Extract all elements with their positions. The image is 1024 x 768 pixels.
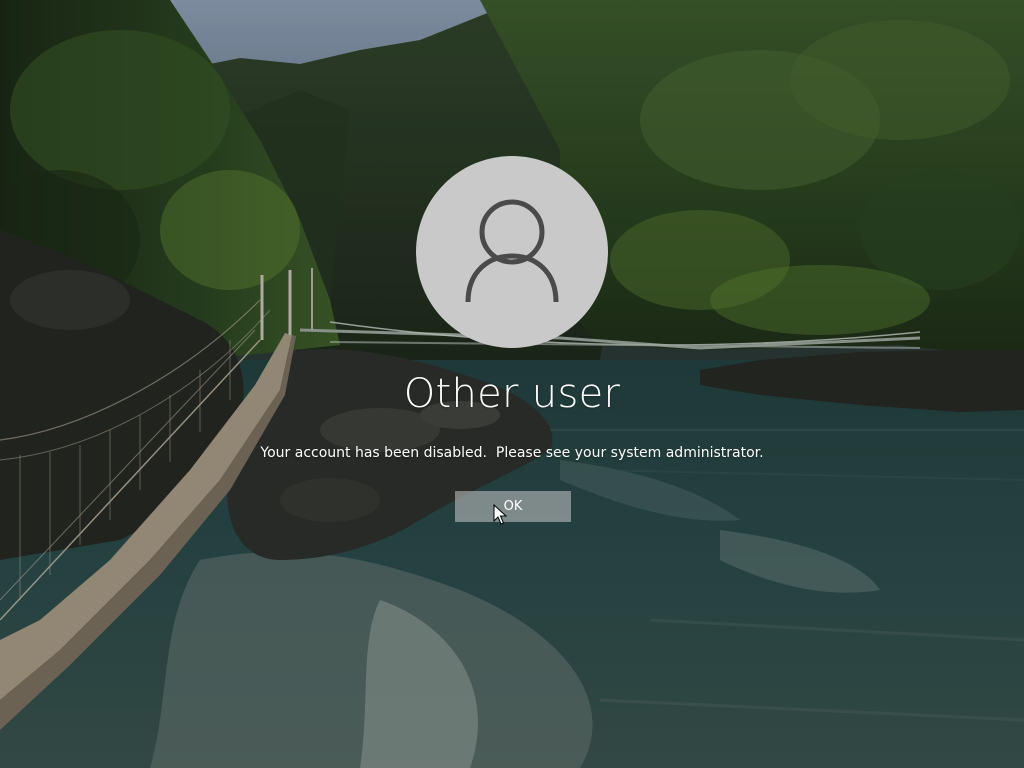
account-disabled-message: Your account has been disabled. Please s…	[260, 445, 764, 461]
ok-button[interactable]: OK	[455, 491, 571, 522]
user-avatar	[416, 156, 608, 348]
mouse-cursor-icon	[493, 504, 507, 525]
username-label: Other user	[403, 371, 621, 417]
user-silhouette-icon	[465, 199, 559, 303]
